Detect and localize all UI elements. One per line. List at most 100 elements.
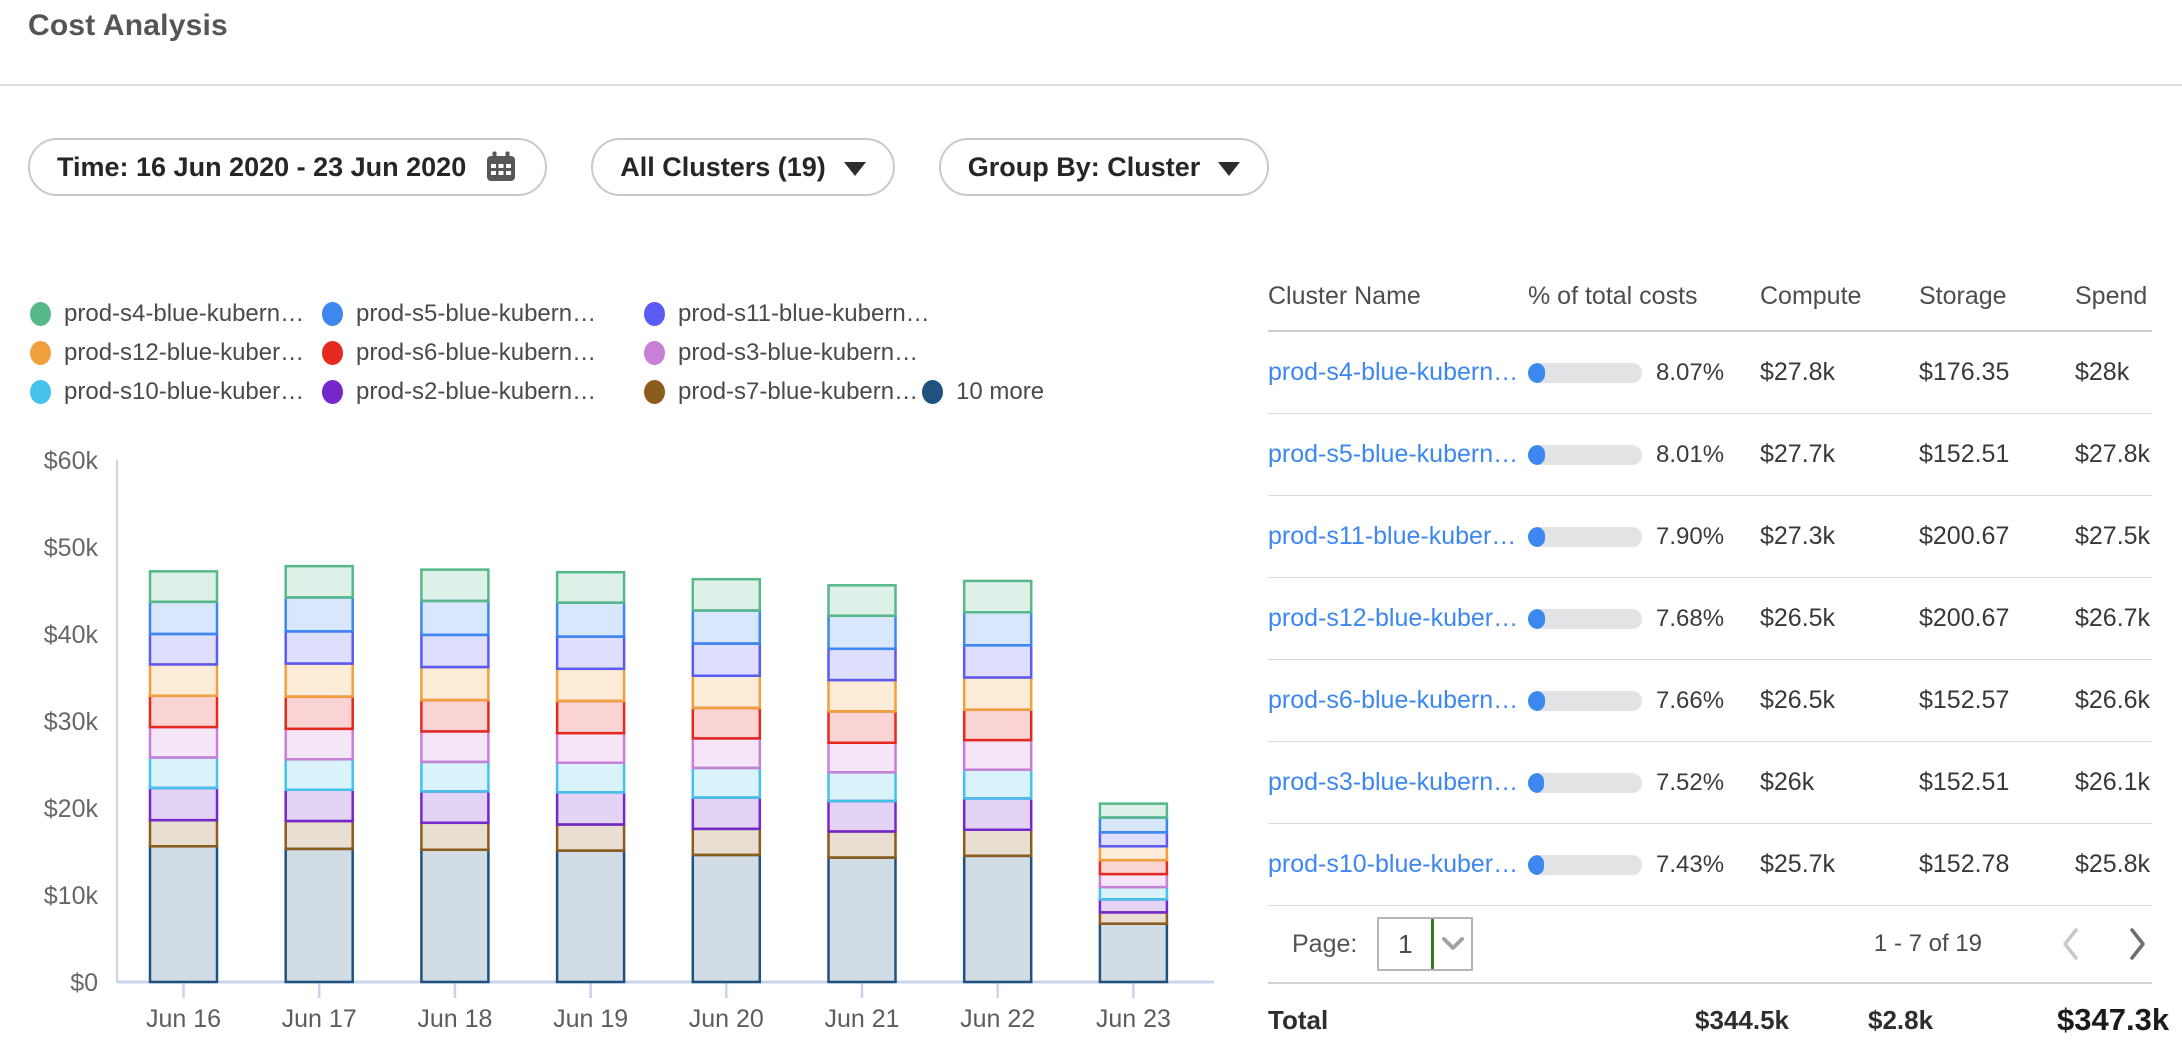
cluster-name-link[interactable]: prod-s10-blue-kuber… <box>1268 850 1528 879</box>
bar-segment[interactable] <box>150 727 217 757</box>
bar-segment[interactable] <box>557 669 624 701</box>
bar-segment[interactable] <box>286 821 353 849</box>
bar-segment[interactable] <box>693 579 760 610</box>
legend-item[interactable]: prod-s3-blue-kubern… <box>644 339 922 367</box>
bar-segment[interactable] <box>1100 887 1167 899</box>
bar-segment[interactable] <box>150 846 217 982</box>
legend-item[interactable]: prod-s2-blue-kubern… <box>322 378 644 406</box>
legend-item[interactable]: 10 more <box>922 378 1044 406</box>
cluster-name-link[interactable]: prod-s6-blue-kubern… <box>1268 686 1528 715</box>
bar-segment[interactable] <box>693 708 760 738</box>
bar-segment[interactable] <box>421 570 488 601</box>
bar-segment[interactable] <box>557 572 624 602</box>
next-page-button[interactable] <box>2128 926 2148 962</box>
bar-segment[interactable] <box>964 678 1031 710</box>
bar-segment[interactable] <box>829 616 896 649</box>
bar-segment[interactable] <box>964 740 1031 770</box>
bar-segment[interactable] <box>421 667 488 700</box>
cluster-name-link[interactable]: prod-s3-blue-kubern… <box>1268 768 1528 797</box>
bar-segment[interactable] <box>693 768 760 798</box>
cluster-name-link[interactable]: prod-s4-blue-kubern… <box>1268 358 1528 387</box>
bar-segment[interactable] <box>150 758 217 788</box>
bar-segment[interactable] <box>693 738 760 768</box>
bar-segment[interactable] <box>286 566 353 597</box>
bar-segment[interactable] <box>286 759 353 789</box>
bar-segment[interactable] <box>557 763 624 793</box>
bar-segment[interactable] <box>150 634 217 664</box>
bar-segment[interactable] <box>557 701 624 733</box>
bar-segment[interactable] <box>964 612 1031 645</box>
bar-segment[interactable] <box>829 801 896 831</box>
legend-item[interactable]: prod-s11-blue-kubern… <box>644 300 922 328</box>
bar-segment[interactable] <box>829 585 896 615</box>
bar-segment[interactable] <box>1100 832 1167 846</box>
bar-segment[interactable] <box>1100 912 1167 923</box>
legend-item[interactable]: prod-s10-blue-kuber… <box>30 378 322 406</box>
bar-segment[interactable] <box>150 788 217 820</box>
cluster-name-link[interactable]: prod-s5-blue-kubern… <box>1268 440 1528 469</box>
bar-segment[interactable] <box>1100 818 1167 833</box>
bar-segment[interactable] <box>421 762 488 792</box>
bar-segment[interactable] <box>693 676 760 708</box>
bar-segment[interactable] <box>286 697 353 729</box>
bar-segment[interactable] <box>829 711 896 742</box>
bar-segment[interactable] <box>1100 860 1167 874</box>
bar-segment[interactable] <box>421 601 488 635</box>
bar-segment[interactable] <box>1100 874 1167 887</box>
legend-item[interactable]: prod-s5-blue-kubern… <box>322 300 644 328</box>
bar-segment[interactable] <box>557 733 624 763</box>
bar-segment[interactable] <box>421 635 488 667</box>
bar-segment[interactable] <box>150 696 217 727</box>
bar-segment[interactable] <box>964 581 1031 612</box>
bar-segment[interactable] <box>1100 846 1167 860</box>
group-by-filter[interactable]: Group By: Cluster <box>939 138 1270 196</box>
page-select[interactable]: 1 <box>1377 917 1473 971</box>
legend-item[interactable]: prod-s4-blue-kubern… <box>30 300 322 328</box>
cluster-name-link[interactable]: prod-s12-blue-kuber… <box>1268 604 1528 633</box>
stacked-bar-chart[interactable]: $0$10k$20k$30k$40k$50k$60kJun 16Jun 17Ju… <box>0 425 1230 1052</box>
bar-segment[interactable] <box>150 602 217 634</box>
bar-segment[interactable] <box>693 644 760 676</box>
legend-item[interactable]: prod-s7-blue-kubern… <box>644 378 922 406</box>
previous-page-button[interactable] <box>2060 926 2080 962</box>
bar-segment[interactable] <box>150 664 217 695</box>
bar-segment[interactable] <box>829 831 896 857</box>
bar-segment[interactable] <box>964 645 1031 677</box>
bar-segment[interactable] <box>557 851 624 982</box>
legend-item[interactable]: prod-s12-blue-kuber… <box>30 339 322 367</box>
cluster-name-link[interactable]: prod-s11-blue-kuber… <box>1268 522 1528 551</box>
bar-segment[interactable] <box>1100 899 1167 912</box>
bar-segment[interactable] <box>421 731 488 761</box>
bar-segment[interactable] <box>829 649 896 680</box>
bar-segment[interactable] <box>1100 804 1167 818</box>
bar-segment[interactable] <box>964 798 1031 829</box>
bar-segment[interactable] <box>693 611 760 644</box>
bar-segment[interactable] <box>557 825 624 851</box>
bar-segment[interactable] <box>964 710 1031 740</box>
bar-segment[interactable] <box>1100 924 1167 982</box>
bar-segment[interactable] <box>693 829 760 855</box>
bar-segment[interactable] <box>286 790 353 821</box>
time-range-filter[interactable]: Time: 16 Jun 2020 - 23 Jun 2020 <box>28 138 547 196</box>
bar-segment[interactable] <box>557 603 624 637</box>
bar-segment[interactable] <box>150 571 217 601</box>
legend-item[interactable]: prod-s6-blue-kubern… <box>322 339 644 367</box>
bar-segment[interactable] <box>557 792 624 824</box>
bar-segment[interactable] <box>421 700 488 731</box>
bar-segment[interactable] <box>829 680 896 711</box>
bar-segment[interactable] <box>693 798 760 829</box>
bar-segment[interactable] <box>964 856 1031 982</box>
clusters-filter[interactable]: All Clusters (19) <box>591 138 895 196</box>
bar-segment[interactable] <box>421 823 488 850</box>
bar-segment[interactable] <box>286 664 353 697</box>
bar-segment[interactable] <box>286 597 353 631</box>
bar-segment[interactable] <box>829 858 896 982</box>
bar-segment[interactable] <box>557 637 624 669</box>
bar-segment[interactable] <box>964 770 1031 799</box>
bar-segment[interactable] <box>286 729 353 759</box>
bar-segment[interactable] <box>829 772 896 801</box>
bar-segment[interactable] <box>693 855 760 982</box>
bar-segment[interactable] <box>964 830 1031 856</box>
bar-segment[interactable] <box>421 791 488 822</box>
bar-segment[interactable] <box>829 743 896 773</box>
